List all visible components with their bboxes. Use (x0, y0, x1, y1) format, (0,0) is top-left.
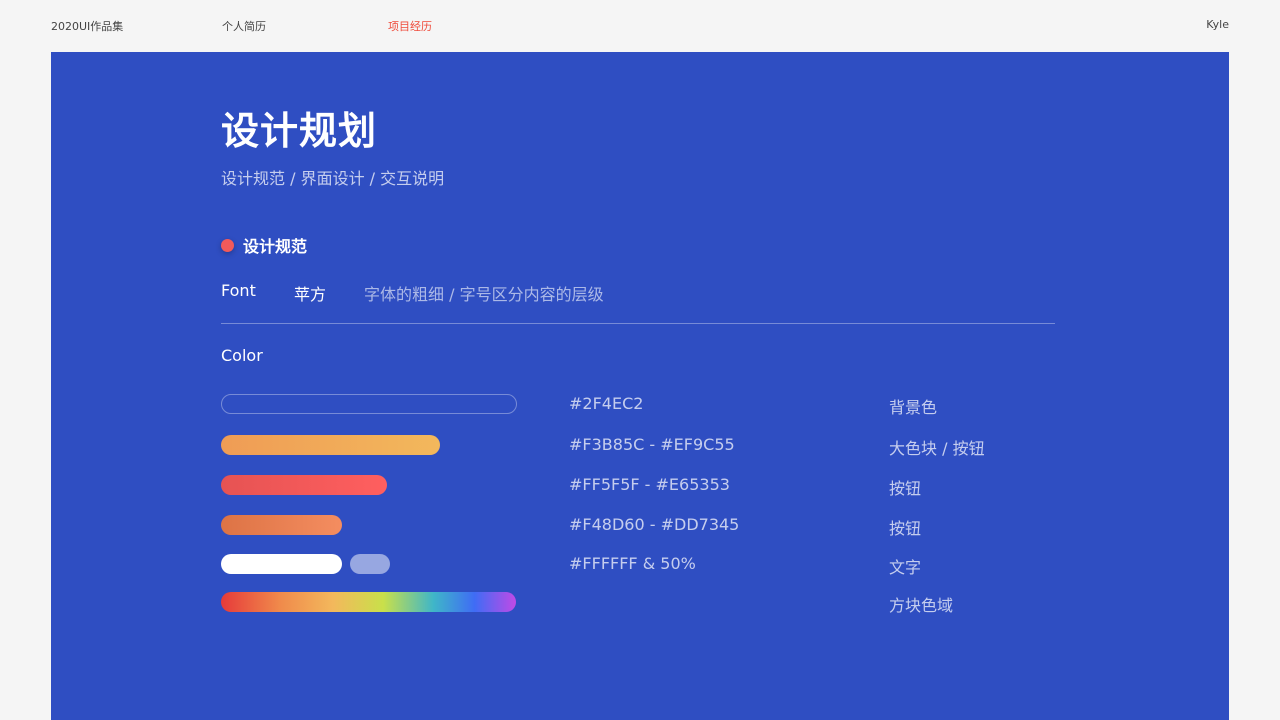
section-header: 设计规范 (221, 234, 307, 256)
design-planning-panel: 设计规划 设计规范 / 界面设计 / 交互说明 设计规范 Font 苹方 字体的… (51, 52, 1229, 720)
divider (221, 323, 1055, 324)
color-label: Color (221, 346, 263, 365)
color-usage: 文字 (889, 558, 922, 577)
color-hex: #F3B85C - #EF9C55 (569, 435, 735, 454)
bullet-dot-icon (221, 238, 234, 252)
color-usage: 方块色域 (889, 596, 954, 615)
nav-resume-link[interactable]: 个人简历 (222, 18, 266, 34)
nav-user-name[interactable]: Kyle (1206, 18, 1229, 31)
font-name: 苹方 (294, 285, 327, 304)
top-navigation: 2020UI作品集 个人简历 项目经历 Kyle (0, 0, 1280, 52)
page-subtitle: 设计规范 / 界面设计 / 交互说明 (221, 169, 445, 188)
font-label: Font (221, 281, 256, 300)
swatch-background (221, 394, 517, 414)
font-description: 字体的粗细 / 字号区分内容的层级 (364, 285, 604, 304)
color-usage: 大色块 / 按钮 (889, 439, 985, 458)
page-title: 设计规划 (221, 109, 378, 153)
color-usage: 按钮 (889, 519, 922, 538)
swatch-orange-gradient (221, 435, 440, 455)
color-hex: #F48D60 - #DD7345 (569, 515, 740, 534)
swatch-coral-gradient (221, 515, 342, 535)
color-hex: #FFFFFF & 50% (569, 554, 696, 573)
color-hex: #FF5F5F - #E65353 (569, 475, 730, 494)
nav-projects-link[interactable]: 项目经历 (388, 18, 432, 34)
swatch-white-50 (350, 554, 390, 574)
font-spec-row: Font 苹方 字体的粗细 / 字号区分内容的层级 (221, 278, 921, 304)
nav-brand-link[interactable]: 2020UI作品集 (51, 18, 123, 34)
swatch-red-gradient (221, 475, 387, 495)
swatch-white (221, 554, 342, 574)
section-title: 设计规范 (243, 237, 308, 256)
color-hex: #2F4EC2 (569, 394, 644, 413)
color-usage: 按钮 (889, 479, 922, 498)
swatch-spectrum (221, 592, 516, 612)
color-usage: 背景色 (889, 398, 938, 417)
